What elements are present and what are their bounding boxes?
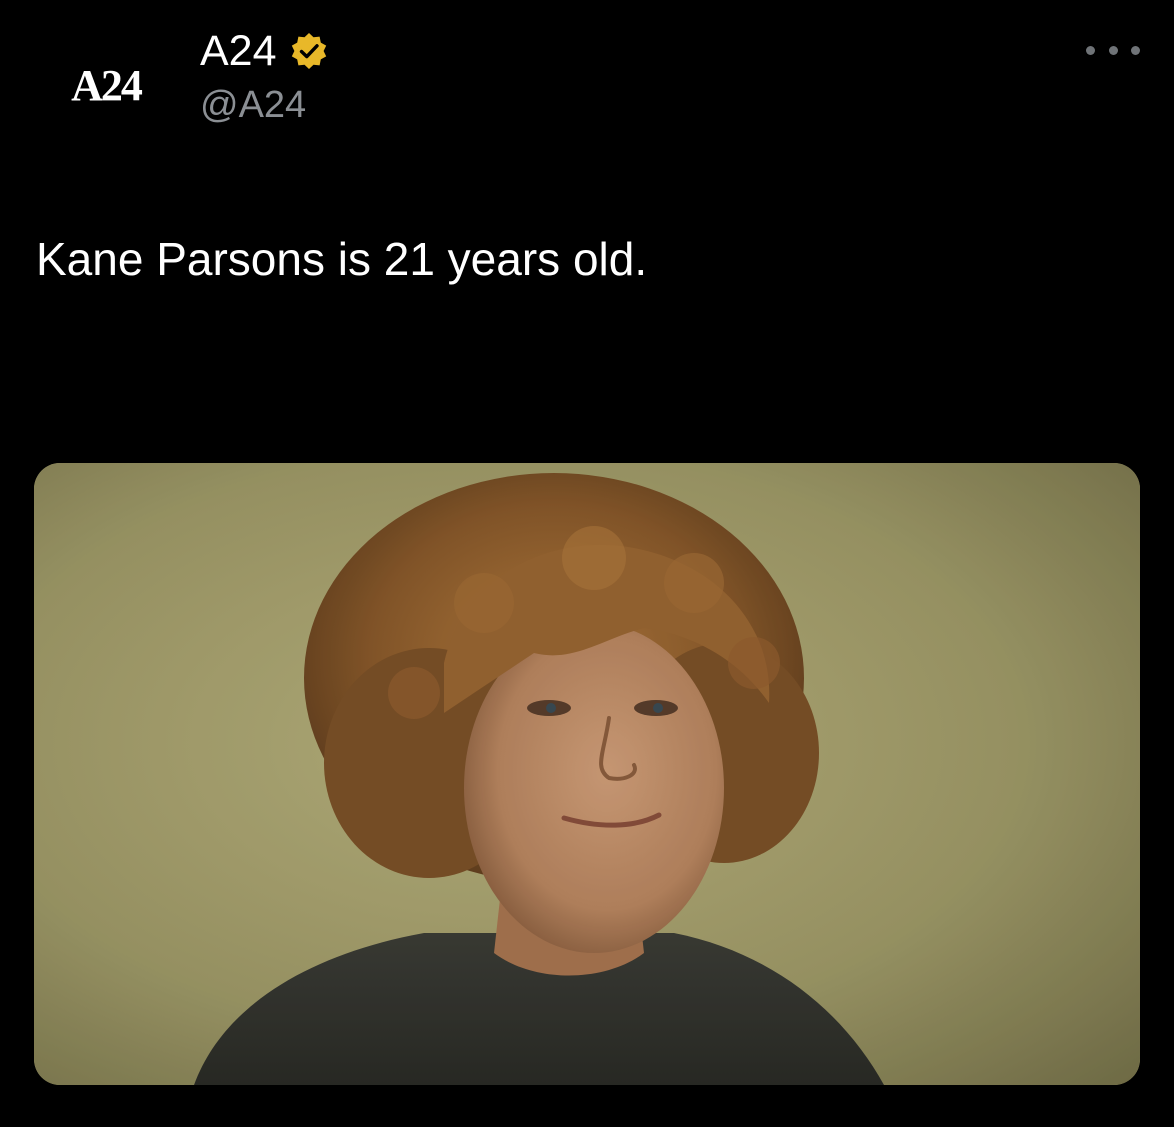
avatar[interactable]: A24	[46, 40, 166, 130]
display-name[interactable]: A24	[200, 27, 277, 76]
dot-icon	[1086, 45, 1095, 55]
display-name-row: A24	[200, 24, 329, 78]
tweet-text: Kane Parsons is 21 years old.	[36, 233, 648, 285]
dot-icon	[1131, 45, 1140, 55]
user-handle[interactable]: @A24	[200, 84, 329, 127]
avatar-logo-text: A24	[71, 60, 143, 110]
more-options-icon[interactable]	[1086, 38, 1140, 62]
tweet: A24 A24 @A24 Kane Parsons is 21 years ol…	[0, 0, 1174, 1127]
dot-icon	[1108, 45, 1118, 55]
verified-badge-icon	[289, 31, 329, 71]
tweet-photo[interactable]	[34, 463, 1140, 1085]
author-block: A24 @A24	[200, 24, 329, 127]
portrait-photo	[34, 463, 1140, 1085]
